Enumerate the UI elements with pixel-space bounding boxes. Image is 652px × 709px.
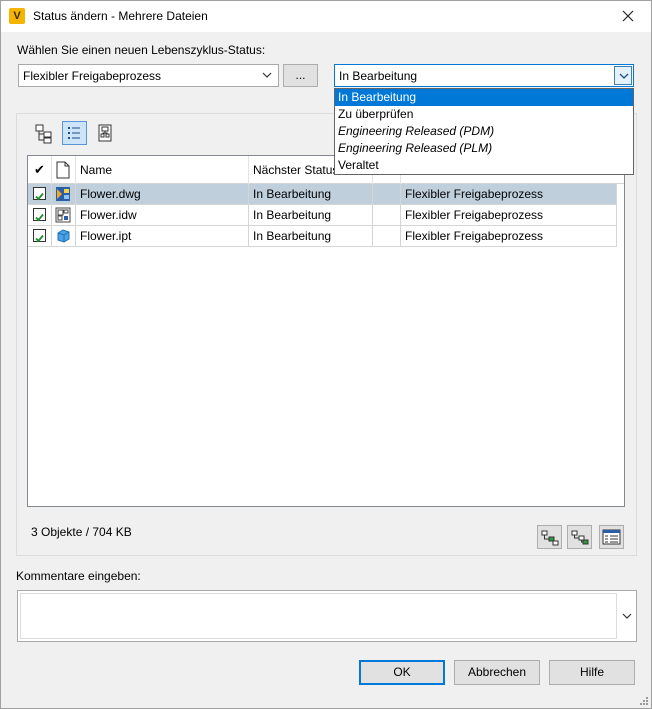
row-check-cell [28, 226, 52, 247]
checkmark-icon [35, 192, 44, 201]
help-button[interactable]: Hilfe [549, 660, 635, 685]
dropdown-toggle[interactable] [614, 66, 632, 85]
browse-button[interactable]: ... [283, 64, 318, 87]
row-lifecycle: Flexibler Freigabeprozess [401, 184, 617, 205]
table-row[interactable]: Flower.ipt In Bearbeitung Flexibler Frei… [28, 226, 617, 247]
vault-app-icon: V [9, 8, 25, 24]
expand-tree-button[interactable] [537, 525, 562, 549]
hierarchy-view-button[interactable] [31, 121, 56, 145]
ok-button[interactable]: OK [359, 660, 445, 685]
files-grid: ✔ Name Nächster Status Flower.dwg In Bea… [27, 155, 625, 507]
chevron-down-icon [619, 73, 629, 79]
row-check-cell [28, 184, 52, 205]
lifecycle-state-dropdown: In Bearbeitung Zu überprüfen Engineering… [334, 88, 634, 175]
lifecycle-state-value: In Bearbeitung [339, 69, 418, 83]
chevron-down-icon[interactable] [622, 611, 632, 621]
lifecycle-definition-value: Flexibler Freigabeprozess [23, 69, 162, 83]
column-header-file-icon[interactable] [52, 156, 76, 184]
close-icon [622, 10, 634, 22]
ipt-part-icon [57, 229, 70, 243]
dialog-window: V Status ändern - Mehrere Dateien Wählen… [0, 0, 652, 709]
row-icon-cell [52, 205, 76, 226]
title-bar: V Status ändern - Mehrere Dateien [1, 1, 651, 32]
row-icon-cell [52, 226, 76, 247]
cancel-button[interactable]: Abbrechen [454, 660, 540, 685]
window-title: Status ändern - Mehrere Dateien [33, 9, 208, 23]
state-option[interactable]: Engineering Released (PDM) [335, 123, 633, 140]
row-extra [373, 226, 401, 247]
comment-input[interactable] [17, 590, 637, 642]
state-option[interactable]: In Bearbeitung [335, 89, 633, 106]
collapse-tree-button[interactable] [567, 525, 592, 549]
properties-icon [602, 529, 621, 545]
tree-collapse-icon [571, 530, 589, 545]
row-name: Flower.ipt [76, 226, 249, 247]
row-checkbox[interactable] [33, 187, 46, 201]
file-icon [56, 161, 70, 179]
comment-label: Kommentare eingeben: [16, 569, 141, 583]
chevron-down-icon [262, 72, 272, 78]
tree-view-icon [35, 124, 52, 144]
row-next-state: In Bearbeitung [249, 205, 373, 226]
list-view-button[interactable] [62, 121, 87, 145]
row-lifecycle: Flexibler Freigabeprozess [401, 205, 617, 226]
structure-view-icon [98, 124, 112, 142]
table-row[interactable]: Flower.dwg In Bearbeitung Flexibler Frei… [28, 184, 617, 205]
comment-text-area[interactable] [20, 593, 617, 639]
resize-grip-icon[interactable] [639, 696, 649, 706]
row-icon-cell [52, 184, 76, 205]
idw-file-icon [55, 207, 71, 223]
state-option[interactable]: Engineering Released (PLM) [335, 140, 633, 157]
object-count: 3 Objekte / 704 KB [31, 525, 132, 539]
lifecycle-state-select[interactable]: In Bearbeitung [334, 64, 634, 87]
row-extra [373, 184, 401, 205]
lifecycle-prompt-label: Wählen Sie einen neuen Lebenszyklus-Stat… [17, 43, 266, 57]
close-button[interactable] [605, 1, 651, 32]
checkmark-icon [35, 234, 44, 243]
row-checkbox[interactable] [33, 208, 46, 222]
state-option[interactable]: Zu überprüfen [335, 106, 633, 123]
dwg-file-icon [56, 187, 70, 201]
row-checkbox[interactable] [33, 229, 46, 243]
row-check-cell [28, 205, 52, 226]
row-next-state: In Bearbeitung [249, 184, 373, 205]
tree-expand-icon [541, 530, 559, 546]
properties-button[interactable] [599, 525, 624, 549]
row-name: Flower.dwg [76, 184, 249, 205]
state-option[interactable]: Veraltet [335, 157, 633, 174]
row-name: Flower.idw [76, 205, 249, 226]
column-header-check[interactable]: ✔ [28, 156, 52, 184]
row-extra [373, 205, 401, 226]
column-header-name[interactable]: Name [76, 156, 249, 184]
lifecycle-definition-select[interactable]: Flexibler Freigabeprozess [18, 64, 279, 87]
list-view-icon [68, 127, 80, 139]
row-next-state: In Bearbeitung [249, 226, 373, 247]
row-lifecycle: Flexibler Freigabeprozess [401, 226, 617, 247]
checkmark-icon [35, 213, 44, 222]
table-row[interactable]: Flower.idw In Bearbeitung Flexibler Frei… [28, 205, 617, 226]
details-view-button[interactable] [93, 121, 118, 145]
